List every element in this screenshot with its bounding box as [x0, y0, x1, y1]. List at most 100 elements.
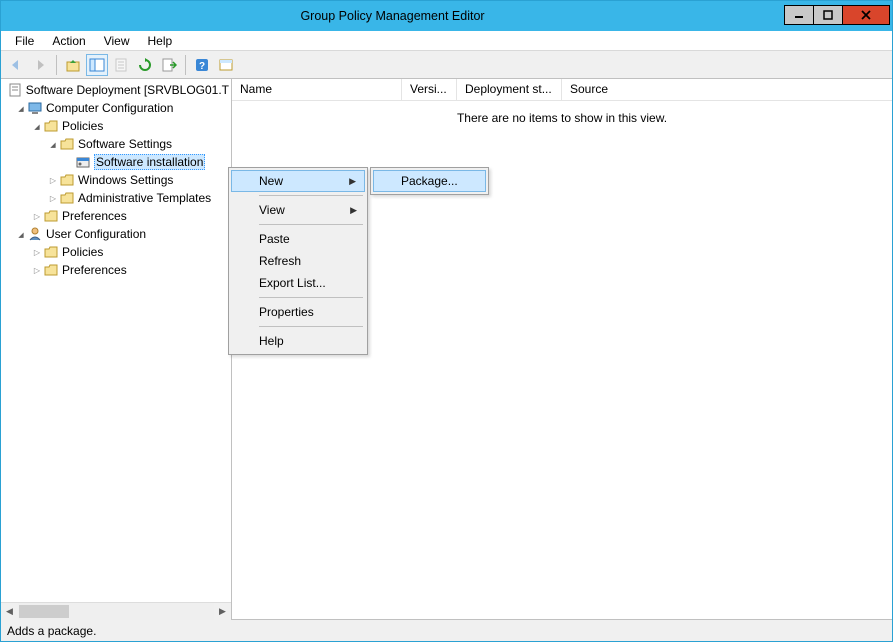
svg-text:?: ? [199, 61, 205, 72]
horizontal-scrollbar[interactable]: ◀ ▶ [1, 602, 231, 619]
up-button[interactable] [62, 54, 84, 76]
help-button[interactable]: ? [191, 54, 213, 76]
statusbar: Adds a package. [1, 619, 892, 641]
expander-icon[interactable] [47, 193, 59, 203]
expander-icon[interactable] [15, 103, 27, 113]
tree-user-config[interactable]: User Configuration [1, 225, 231, 243]
tree-pane: Software Deployment [SRVBLOG01.T Compute… [1, 79, 232, 619]
submenu-arrow-icon: ▶ [350, 205, 357, 216]
context-paste[interactable]: Paste [231, 228, 365, 250]
context-item-label: Refresh [259, 254, 301, 268]
toolbar-separator [185, 55, 186, 75]
folder-icon [43, 118, 59, 134]
content-area: Software Deployment [SRVBLOG01.T Compute… [1, 79, 892, 619]
context-item-label: Paste [259, 232, 290, 246]
column-version[interactable]: Versi... [402, 79, 457, 100]
menu-file[interactable]: File [7, 32, 42, 50]
tree-cc-policies[interactable]: Policies [1, 117, 231, 135]
window-title: Group Policy Management Editor [1, 9, 784, 23]
tree-label: Administrative Templates [78, 191, 211, 205]
tree-software-installation[interactable]: Software installation [1, 153, 231, 171]
tree[interactable]: Software Deployment [SRVBLOG01.T Compute… [1, 79, 231, 602]
tree-uc-preferences[interactable]: Preferences [1, 261, 231, 279]
context-properties[interactable]: Properties [231, 301, 365, 323]
minimize-button[interactable] [784, 5, 814, 25]
maximize-button[interactable] [813, 5, 843, 25]
folder-icon [59, 172, 75, 188]
user-icon [27, 226, 43, 242]
show-hide-tree-button[interactable] [86, 54, 108, 76]
column-deployment[interactable]: Deployment st... [457, 79, 562, 100]
back-button[interactable] [5, 54, 27, 76]
context-item-label: Help [259, 334, 284, 348]
scroll-left-button[interactable]: ◀ [1, 603, 18, 620]
tree-cc-preferences[interactable]: Preferences [1, 207, 231, 225]
tree-label: Software Settings [78, 137, 172, 151]
context-item-label: Properties [259, 305, 314, 319]
properties-icon[interactable] [110, 54, 132, 76]
tree-admin-templates[interactable]: Administrative Templates [1, 189, 231, 207]
tree-label: User Configuration [46, 227, 146, 241]
context-package[interactable]: Package... [373, 170, 486, 192]
expander-icon[interactable] [31, 211, 43, 221]
context-view[interactable]: View ▶ [231, 199, 365, 221]
context-help[interactable]: Help [231, 330, 365, 352]
scrollbar-track[interactable] [18, 603, 214, 620]
context-separator [259, 195, 363, 196]
window-controls [784, 5, 890, 27]
titlebar: Group Policy Management Editor [1, 1, 892, 31]
computer-icon [27, 100, 43, 116]
forward-button[interactable] [29, 54, 51, 76]
toolbar-separator [56, 55, 57, 75]
folder-icon [59, 190, 75, 206]
context-new[interactable]: New ▶ [231, 170, 365, 192]
column-headers: Name Versi... Deployment st... Source [232, 79, 892, 101]
context-separator [259, 224, 363, 225]
empty-message: There are no items to show in this view. [232, 111, 892, 125]
expander-icon[interactable] [47, 139, 59, 149]
context-refresh[interactable]: Refresh [231, 250, 365, 272]
expander-icon[interactable] [15, 229, 27, 239]
expander-icon[interactable] [47, 175, 59, 185]
tree-label: Software Deployment [SRVBLOG01.T [26, 83, 229, 97]
column-name[interactable]: Name [232, 79, 402, 100]
tree-windows-settings[interactable]: Windows Settings [1, 171, 231, 189]
tree-label: Computer Configuration [46, 101, 173, 115]
tree-label: Policies [62, 119, 103, 133]
context-item-label: New [259, 174, 283, 188]
installer-icon [75, 154, 91, 170]
close-button[interactable] [842, 5, 890, 25]
refresh-button[interactable] [134, 54, 156, 76]
menu-action[interactable]: Action [44, 32, 93, 50]
scroll-right-button[interactable]: ▶ [214, 603, 231, 620]
menubar: File Action View Help [1, 31, 892, 51]
tree-label: Windows Settings [78, 173, 173, 187]
context-export[interactable]: Export List... [231, 272, 365, 294]
expander-icon[interactable] [31, 121, 43, 131]
filter-button[interactable] [215, 54, 237, 76]
context-item-label: View [259, 203, 285, 217]
tree-root[interactable]: Software Deployment [SRVBLOG01.T [1, 81, 231, 99]
menu-view[interactable]: View [96, 32, 138, 50]
expander-icon[interactable] [31, 247, 43, 257]
context-submenu-new: Package... [370, 167, 489, 195]
context-item-label: Package... [401, 174, 458, 188]
tree-label: Preferences [62, 209, 127, 223]
tree-label: Policies [62, 245, 103, 259]
folder-icon [43, 262, 59, 278]
scrollbar-thumb[interactable] [19, 605, 69, 618]
folder-icon [43, 208, 59, 224]
menu-help[interactable]: Help [140, 32, 181, 50]
tree-uc-policies[interactable]: Policies [1, 243, 231, 261]
policy-doc-icon [7, 82, 23, 98]
column-source[interactable]: Source [562, 79, 892, 100]
context-menu: New ▶ View ▶ Paste Refresh Export List..… [228, 167, 368, 355]
folder-icon [43, 244, 59, 260]
context-separator [259, 297, 363, 298]
expander-icon[interactable] [31, 265, 43, 275]
export-list-button[interactable] [158, 54, 180, 76]
submenu-arrow-icon: ▶ [349, 176, 356, 187]
tree-computer-config[interactable]: Computer Configuration [1, 99, 231, 117]
tree-label: Software installation [94, 154, 205, 170]
tree-software-settings[interactable]: Software Settings [1, 135, 231, 153]
